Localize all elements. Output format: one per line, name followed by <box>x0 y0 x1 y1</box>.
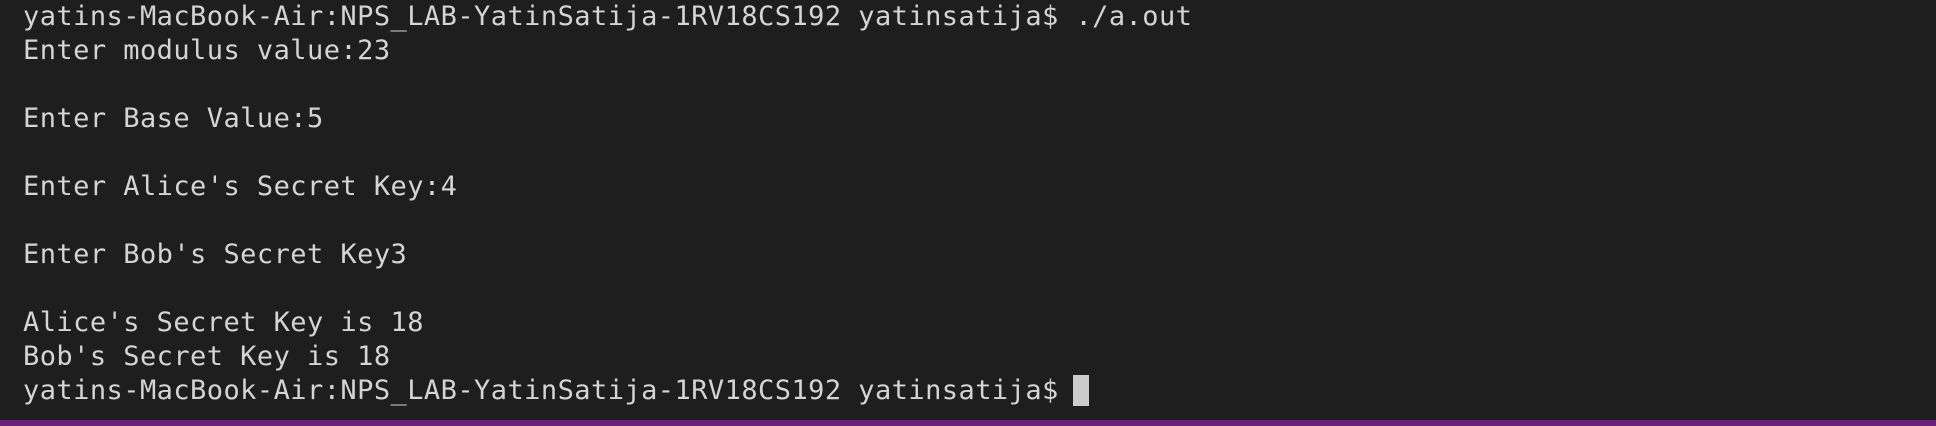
terminal-output[interactable]: yatins-MacBook-Air:NPS_LAB-YatinSatija-1… <box>23 0 1936 408</box>
terminal-line: Enter Alice's Secret Key:4 <box>23 171 458 202</box>
terminal-prompt-line[interactable]: yatins-MacBook-Air:NPS_LAB-YatinSatija-1… <box>23 374 1936 408</box>
terminal-line: Enter modulus value:23 <box>23 35 391 66</box>
terminal-line: Enter Base Value:5 <box>23 103 324 134</box>
terminal-line-command: yatins-MacBook-Air:NPS_LAB-YatinSatija-1… <box>23 1 1193 32</box>
terminal-line: Alice's Secret Key is 18 <box>23 307 424 338</box>
terminal-line: Bob's Secret Key is 18 <box>23 341 391 372</box>
text-cursor <box>1072 375 1089 406</box>
terminal-window[interactable]: yatins-MacBook-Air:NPS_LAB-YatinSatija-1… <box>0 0 1936 426</box>
terminal-prompt: yatins-MacBook-Air:NPS_LAB-YatinSatija-1… <box>23 375 1059 406</box>
terminal-line: Enter Bob's Secret Key3 <box>23 239 408 270</box>
status-bar <box>0 420 1936 426</box>
